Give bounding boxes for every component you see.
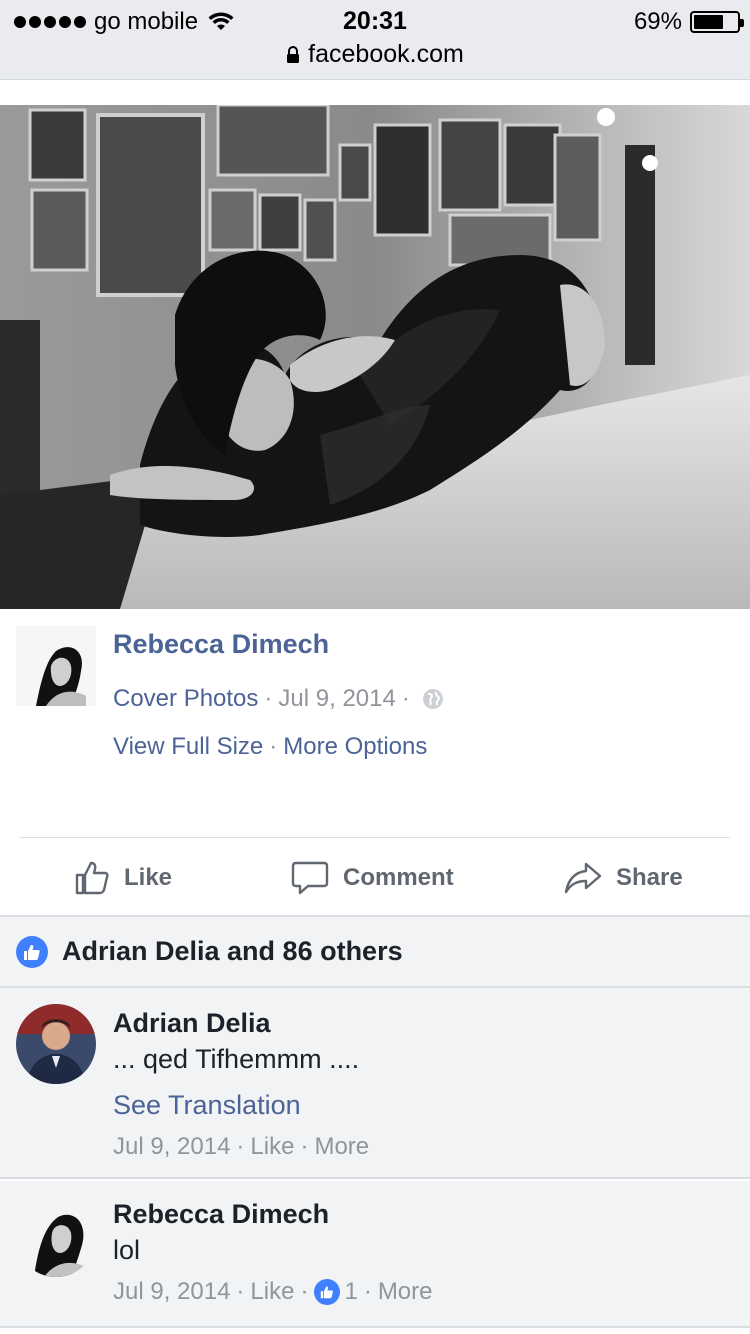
more-options-link[interactable]: More Options: [283, 733, 427, 761]
photo-links: View Full Size · More Options: [113, 733, 427, 761]
owner-avatar[interactable]: [16, 626, 96, 706]
separator-dot: ·: [363, 1278, 372, 1305]
commenter-avatar[interactable]: [16, 1004, 96, 1084]
post-date[interactable]: Jul 9, 2014: [278, 685, 395, 713]
like-reaction-icon: [16, 935, 48, 968]
share-button[interactable]: Share: [564, 839, 683, 917]
photo-image: [0, 105, 750, 609]
owner-avatar-image: [16, 626, 96, 706]
separator-dot: ·: [300, 1278, 309, 1305]
globe-icon: [422, 689, 443, 709]
comment-item: Rebecca Dimech lol Jul 9, 2014 · Like · …: [0, 1181, 750, 1328]
status-bar: go mobile 20:31 69% facebook.com: [0, 0, 750, 80]
like-reaction-icon: [314, 1279, 341, 1305]
album-link[interactable]: Cover Photos: [113, 685, 258, 713]
separator-dot: ·: [236, 1133, 245, 1160]
owner-name-link[interactable]: Rebecca Dimech: [113, 629, 329, 660]
comment-bubble-icon: [291, 861, 329, 895]
battery-indicator: 69%: [633, 8, 744, 36]
address-bar[interactable]: facebook.com: [0, 40, 750, 69]
commenter-avatar-image: [16, 1197, 96, 1277]
commenter-name[interactable]: Rebecca Dimech: [113, 1199, 329, 1230]
comment-meta: Jul 9, 2014 · Like · More: [113, 1133, 369, 1161]
share-arrow-icon: [564, 862, 602, 894]
cover-photo[interactable]: [0, 105, 750, 609]
view-full-size-link[interactable]: View Full Size: [113, 733, 263, 761]
comment-more-link[interactable]: More: [378, 1278, 433, 1306]
commenter-avatar-image: [16, 1004, 96, 1084]
battery-percent: 69%: [633, 8, 682, 35]
likes-summary[interactable]: Adrian Delia and 86 others: [0, 917, 750, 988]
post-meta-line: Cover Photos · Jul 9, 2014 ·: [113, 685, 444, 713]
separator-dot: ·: [300, 1133, 309, 1160]
comment-label: Comment: [343, 864, 454, 891]
divider: [20, 837, 730, 838]
comment-text: ... qed Tifhemmm ....: [113, 1044, 360, 1074]
share-label: Share: [616, 864, 683, 891]
lock-icon: [287, 45, 300, 63]
url-text: facebook.com: [308, 40, 464, 68]
comment-like-count[interactable]: 1: [344, 1278, 357, 1306]
comment-item: Adrian Delia ... qed Tifhemmm .... See T…: [0, 988, 750, 1179]
post-meta: Rebecca Dimech Cover Photos · Jul 9, 201…: [0, 609, 750, 838]
separator-dot: ·: [269, 733, 278, 760]
separator-dot: ·: [401, 685, 410, 712]
comment-meta: Jul 9, 2014 · Like · 1 · More: [113, 1278, 433, 1306]
separator-dot: ·: [236, 1278, 245, 1305]
comment-date[interactable]: Jul 9, 2014: [113, 1278, 230, 1306]
comment-more-link[interactable]: More: [314, 1133, 369, 1161]
battery-icon: [690, 11, 744, 33]
comment-like-link[interactable]: Like: [250, 1133, 294, 1161]
see-translation-link[interactable]: See Translation: [113, 1090, 301, 1121]
comment-text: lol: [113, 1235, 141, 1265]
action-bar: Like Comment Share: [0, 839, 750, 917]
likes-text: Adrian Delia and 86 others: [62, 936, 403, 966]
commenter-name[interactable]: Adrian Delia: [113, 1008, 271, 1039]
like-label: Like: [124, 864, 173, 891]
thumbs-up-icon: [75, 861, 109, 895]
commenter-avatar[interactable]: [16, 1197, 96, 1277]
comment-button[interactable]: Comment: [291, 839, 454, 917]
separator-dot: ·: [264, 685, 273, 712]
like-button[interactable]: Like: [74, 839, 172, 917]
comment-date[interactable]: Jul 9, 2014: [113, 1133, 230, 1161]
comment-like-link[interactable]: Like: [250, 1278, 294, 1306]
